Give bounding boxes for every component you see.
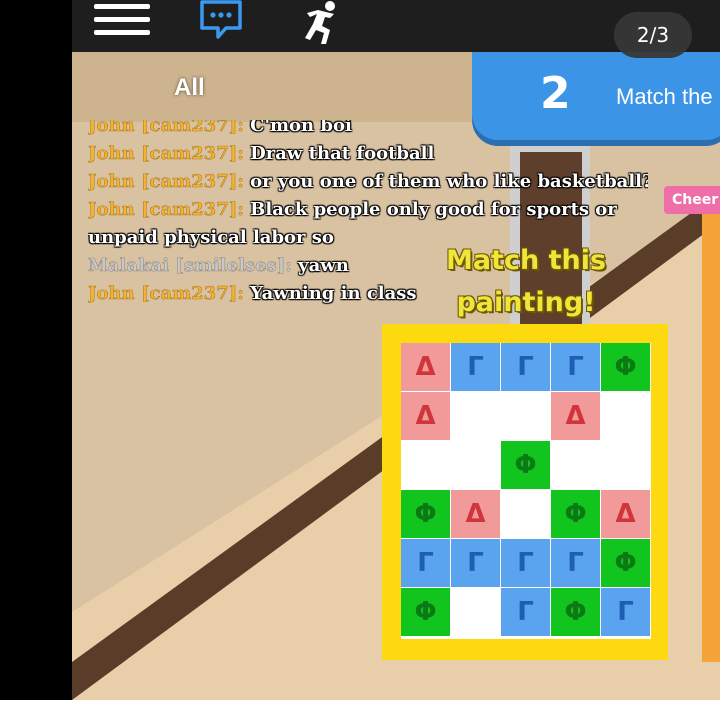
painting-cell: Γ [401,539,450,587]
chat-text: Yawning in class [243,283,417,304]
painting-cell: Φ [401,490,450,538]
painting-cell [401,441,450,489]
painting-grid: ΔΓΓΓΦΔΔΦΦΔΦΔΓΓΓΓΦΦΓΦΓ [401,343,651,639]
task-number: 2 [540,68,571,119]
painting-cell: Φ [601,539,650,587]
page-indicator[interactable]: 2/3 [614,12,692,58]
painting-cell [551,441,600,489]
chat-sender[interactable]: John [cam237]: [88,171,244,192]
task-text: Match the [616,84,713,109]
left-letterbox [0,0,72,700]
painting-cell: Γ [551,343,600,391]
painting-cell: Γ [501,588,550,636]
painting-cell: Δ [401,392,450,440]
painting-cell [451,441,500,489]
chat-text: yawn [291,255,349,276]
painting-cell: Δ [401,343,450,391]
painting-cell [501,392,550,440]
chat-text: C'mon boi [243,120,352,136]
painting-cell [451,392,500,440]
painting-cell: Γ [451,343,500,391]
chat-icon[interactable] [198,0,244,40]
chat-sender[interactable]: John [cam237]: [88,120,244,136]
painting-cell: Γ [601,588,650,636]
chat-sender[interactable]: John [cam237]: [88,283,244,304]
painting-cell: Φ [501,441,550,489]
chat-sender[interactable]: John [cam237]: [88,143,244,164]
painting-cell [601,441,650,489]
painting-cell [501,490,550,538]
painting-cell: Δ [551,392,600,440]
chat-message: John [cam237]: C'mon boi [88,120,648,140]
chat-sender[interactable]: Malakai [smilelses]: [88,255,292,276]
hamburger-menu-icon[interactable] [94,4,150,38]
chat-text: Draw that football [243,143,435,164]
emote-icon[interactable] [300,0,344,44]
chat-message: John [cam237]: or you one of them who li… [88,168,648,196]
painting-cell [451,588,500,636]
chat-tab-all[interactable]: All [174,74,205,102]
painting-cell: Δ [451,490,500,538]
chat-message: John [cam237]: Draw that football [88,140,648,168]
chat-sender[interactable]: John [cam237]: [88,199,244,220]
painting-cell: Φ [551,588,600,636]
painting-title: Match this painting! [445,245,607,318]
painting-cell: Φ [401,588,450,636]
bottom-margin [0,700,720,720]
cheer-sign: Cheer [664,186,720,214]
painting-cell [601,392,650,440]
painting-cell: Φ [601,343,650,391]
painting-cell: Φ [551,490,600,538]
chat-text: or you one of them who like basketball? [243,171,648,192]
painting-cell: Γ [451,539,500,587]
painting-cell: Γ [501,343,550,391]
painting-cell: Δ [601,490,650,538]
painting-cell: Γ [501,539,550,587]
painting-cell: Γ [551,539,600,587]
